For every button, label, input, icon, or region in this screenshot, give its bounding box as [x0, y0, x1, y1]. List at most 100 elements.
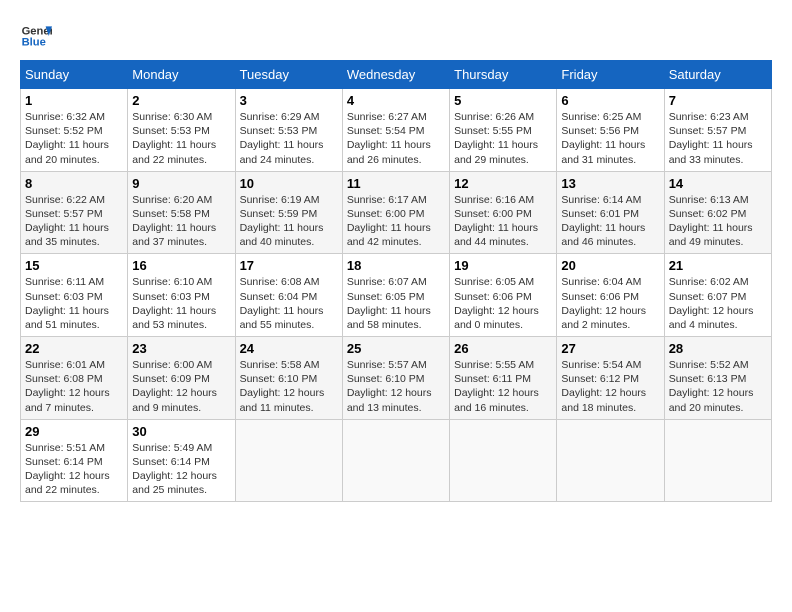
day-number: 10 — [240, 176, 338, 191]
calendar-day-header: Saturday — [664, 61, 771, 89]
calendar-day-cell: 19Sunrise: 6:05 AMSunset: 6:06 PMDayligh… — [450, 254, 557, 337]
day-number: 6 — [561, 93, 659, 108]
calendar-day-header: Thursday — [450, 61, 557, 89]
calendar-day-cell: 16 Sunrise: 6:10 AMSunset: 6:03 PMDayligh… — [128, 254, 235, 337]
calendar-week-row: 29 Sunrise: 5:51 AMSunset: 6:14 PMDayligh… — [21, 419, 772, 502]
day-info: Sunrise: 5:57 AMSunset: 6:10 PMDaylight:… — [347, 358, 445, 415]
calendar-day-cell — [235, 419, 342, 502]
day-info: Sunrise: 6:23 AMSunset: 5:57 PMDaylight:… — [669, 110, 767, 167]
calendar-day-cell: 27 Sunrise: 5:54 AMSunset: 6:12 PMDayligh… — [557, 337, 664, 420]
logo-icon: General Blue — [20, 20, 52, 52]
day-info: Sunrise: 6:14 AMSunset: 6:01 PMDaylight:… — [561, 193, 659, 250]
day-number: 5 — [454, 93, 552, 108]
day-number: 12 — [454, 176, 552, 191]
day-info: Sunrise: 6:20 AMSunset: 5:58 PMDaylight:… — [132, 193, 230, 250]
day-info: Sunrise: 6:05 AMSunset: 6:06 PMDaylight:… — [454, 275, 552, 332]
day-info: Sunrise: 6:16 AMSunset: 6:00 PMDaylight:… — [454, 193, 552, 250]
day-number: 17 — [240, 258, 338, 273]
calendar-day-cell: 14 Sunrise: 6:13 AMSunset: 6:02 PMDayligh… — [664, 171, 771, 254]
calendar-day-cell: 9 Sunrise: 6:20 AMSunset: 5:58 PMDaylight… — [128, 171, 235, 254]
calendar-day-cell: 1 Sunrise: 6:32 AMSunset: 5:52 PMDaylight… — [21, 89, 128, 172]
calendar-day-cell: 17Sunrise: 6:08 AMSunset: 6:04 PMDayligh… — [235, 254, 342, 337]
logo: General Blue — [20, 20, 52, 52]
day-info: Sunrise: 5:49 AMSunset: 6:14 PMDaylight:… — [132, 441, 230, 498]
day-info: Sunrise: 6:32 AMSunset: 5:52 PMDaylight:… — [25, 110, 123, 167]
day-number: 29 — [25, 424, 123, 439]
day-info: Sunrise: 6:27 AMSunset: 5:54 PMDaylight:… — [347, 110, 445, 167]
calendar-day-header: Friday — [557, 61, 664, 89]
day-number: 18 — [347, 258, 445, 273]
calendar-day-cell: 2Sunrise: 6:30 AMSunset: 5:53 PMDaylight… — [128, 89, 235, 172]
day-number: 9 — [132, 176, 230, 191]
calendar-day-header: Monday — [128, 61, 235, 89]
calendar-day-cell: 28 Sunrise: 5:52 AMSunset: 6:13 PMDayligh… — [664, 337, 771, 420]
day-info: Sunrise: 6:10 AMSunset: 6:03 PMDaylight:… — [132, 275, 230, 332]
day-number: 25 — [347, 341, 445, 356]
calendar-body: 1 Sunrise: 6:32 AMSunset: 5:52 PMDaylight… — [21, 89, 772, 502]
calendar-week-row: 15 Sunrise: 6:11 AMSunset: 6:03 PMDayligh… — [21, 254, 772, 337]
calendar-day-header: Tuesday — [235, 61, 342, 89]
day-number: 21 — [669, 258, 767, 273]
calendar-day-cell: 5 Sunrise: 6:26 AMSunset: 5:55 PMDaylight… — [450, 89, 557, 172]
day-info: Sunrise: 6:25 AMSunset: 5:56 PMDaylight:… — [561, 110, 659, 167]
day-number: 27 — [561, 341, 659, 356]
day-info: Sunrise: 6:22 AMSunset: 5:57 PMDaylight:… — [25, 193, 123, 250]
day-number: 7 — [669, 93, 767, 108]
calendar-day-cell — [342, 419, 449, 502]
calendar-day-cell: 26Sunrise: 5:55 AMSunset: 6:11 PMDayligh… — [450, 337, 557, 420]
day-info: Sunrise: 6:07 AMSunset: 6:05 PMDaylight:… — [347, 275, 445, 332]
calendar-day-cell — [557, 419, 664, 502]
day-number: 11 — [347, 176, 445, 191]
day-number: 23 — [132, 341, 230, 356]
page-header: General Blue — [20, 20, 772, 52]
calendar-table: SundayMondayTuesdayWednesdayThursdayFrid… — [20, 60, 772, 502]
calendar-header-row: SundayMondayTuesdayWednesdayThursdayFrid… — [21, 61, 772, 89]
calendar-day-cell: 18 Sunrise: 6:07 AMSunset: 6:05 PMDayligh… — [342, 254, 449, 337]
calendar-day-cell — [664, 419, 771, 502]
day-info: Sunrise: 6:30 AMSunset: 5:53 PMDaylight:… — [132, 110, 230, 167]
calendar-week-row: 1 Sunrise: 6:32 AMSunset: 5:52 PMDaylight… — [21, 89, 772, 172]
calendar-day-cell: 20 Sunrise: 6:04 AMSunset: 6:06 PMDayligh… — [557, 254, 664, 337]
day-info: Sunrise: 5:52 AMSunset: 6:13 PMDaylight:… — [669, 358, 767, 415]
day-info: Sunrise: 6:13 AMSunset: 6:02 PMDaylight:… — [669, 193, 767, 250]
day-number: 15 — [25, 258, 123, 273]
calendar-week-row: 8 Sunrise: 6:22 AMSunset: 5:57 PMDaylight… — [21, 171, 772, 254]
day-number: 30 — [132, 424, 230, 439]
day-info: Sunrise: 6:00 AMSunset: 6:09 PMDaylight:… — [132, 358, 230, 415]
calendar-day-cell — [450, 419, 557, 502]
day-number: 20 — [561, 258, 659, 273]
day-info: Sunrise: 6:01 AMSunset: 6:08 PMDaylight:… — [25, 358, 123, 415]
day-info: Sunrise: 6:26 AMSunset: 5:55 PMDaylight:… — [454, 110, 552, 167]
calendar-day-cell: 15 Sunrise: 6:11 AMSunset: 6:03 PMDayligh… — [21, 254, 128, 337]
calendar-day-cell: 22 Sunrise: 6:01 AMSunset: 6:08 PMDayligh… — [21, 337, 128, 420]
calendar-day-cell: 3Sunrise: 6:29 AMSunset: 5:53 PMDaylight… — [235, 89, 342, 172]
day-info: Sunrise: 5:51 AMSunset: 6:14 PMDaylight:… — [25, 441, 123, 498]
day-number: 24 — [240, 341, 338, 356]
day-number: 16 — [132, 258, 230, 273]
calendar-day-cell: 6 Sunrise: 6:25 AMSunset: 5:56 PMDaylight… — [557, 89, 664, 172]
calendar-day-cell: 11 Sunrise: 6:17 AMSunset: 6:00 PMDayligh… — [342, 171, 449, 254]
calendar-day-cell: 23 Sunrise: 6:00 AMSunset: 6:09 PMDayligh… — [128, 337, 235, 420]
calendar-day-cell: 8 Sunrise: 6:22 AMSunset: 5:57 PMDaylight… — [21, 171, 128, 254]
day-info: Sunrise: 6:19 AMSunset: 5:59 PMDaylight:… — [240, 193, 338, 250]
calendar-day-cell: 24 Sunrise: 5:58 AMSunset: 6:10 PMDayligh… — [235, 337, 342, 420]
calendar-day-cell: 13 Sunrise: 6:14 AMSunset: 6:01 PMDayligh… — [557, 171, 664, 254]
day-number: 14 — [669, 176, 767, 191]
day-info: Sunrise: 5:58 AMSunset: 6:10 PMDaylight:… — [240, 358, 338, 415]
calendar-day-cell: 29 Sunrise: 5:51 AMSunset: 6:14 PMDayligh… — [21, 419, 128, 502]
calendar-day-cell: 30 Sunrise: 5:49 AMSunset: 6:14 PMDayligh… — [128, 419, 235, 502]
day-number: 13 — [561, 176, 659, 191]
day-number: 28 — [669, 341, 767, 356]
day-number: 22 — [25, 341, 123, 356]
day-info: Sunrise: 5:55 AMSunset: 6:11 PMDaylight:… — [454, 358, 552, 415]
day-info: Sunrise: 6:11 AMSunset: 6:03 PMDaylight:… — [25, 275, 123, 332]
day-info: Sunrise: 5:54 AMSunset: 6:12 PMDaylight:… — [561, 358, 659, 415]
day-number: 8 — [25, 176, 123, 191]
day-info: Sunrise: 6:17 AMSunset: 6:00 PMDaylight:… — [347, 193, 445, 250]
calendar-day-header: Wednesday — [342, 61, 449, 89]
calendar-day-cell: 21Sunrise: 6:02 AMSunset: 6:07 PMDayligh… — [664, 254, 771, 337]
day-number: 1 — [25, 93, 123, 108]
day-info: Sunrise: 6:04 AMSunset: 6:06 PMDaylight:… — [561, 275, 659, 332]
calendar-day-cell: 10 Sunrise: 6:19 AMSunset: 5:59 PMDayligh… — [235, 171, 342, 254]
day-info: Sunrise: 6:29 AMSunset: 5:53 PMDaylight:… — [240, 110, 338, 167]
